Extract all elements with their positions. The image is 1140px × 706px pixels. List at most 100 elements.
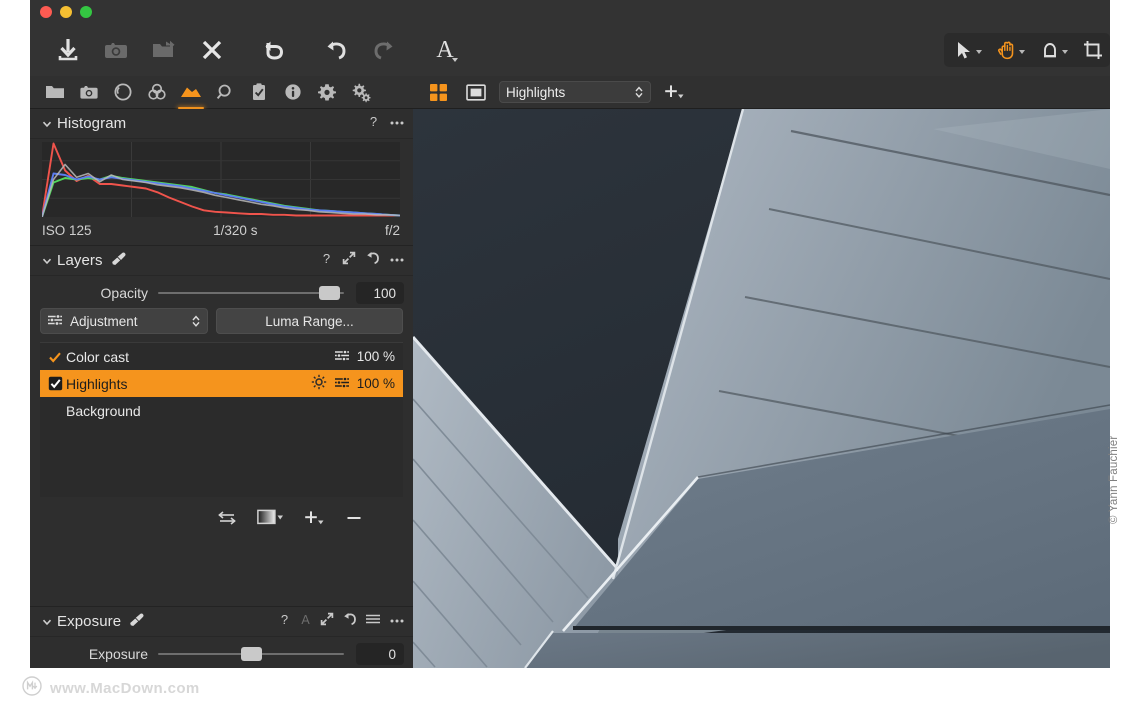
opacity-slider[interactable] bbox=[158, 284, 344, 302]
crop-tool-button[interactable] bbox=[1075, 33, 1108, 67]
crop-icon bbox=[1084, 41, 1102, 59]
exposure-panel-header[interactable]: Exposure ? A bbox=[30, 607, 413, 637]
minimize-button[interactable] bbox=[60, 6, 72, 18]
capture-tethered-button[interactable] bbox=[92, 24, 140, 76]
redo-button[interactable] bbox=[360, 24, 408, 76]
exposure-slider-knob[interactable] bbox=[240, 647, 262, 661]
opacity-value-field[interactable]: 100 bbox=[356, 282, 404, 304]
pan-tool-caret[interactable] bbox=[1019, 50, 1025, 54]
reset-arrow-icon[interactable] bbox=[365, 251, 380, 271]
layers-panel-header[interactable]: Layers ? bbox=[30, 246, 413, 276]
expand-arrows-icon[interactable] bbox=[320, 612, 334, 631]
exposure-value-field[interactable]: 0 bbox=[356, 643, 404, 665]
ellipsis-icon[interactable] bbox=[389, 612, 405, 631]
iso-value: ISO 125 bbox=[42, 222, 92, 238]
reset-adjustments-button[interactable] bbox=[250, 24, 298, 76]
chevron-updown-icon[interactable] bbox=[634, 85, 644, 99]
exposure-slider-label: Exposure bbox=[88, 646, 148, 662]
plus-icon[interactable] bbox=[303, 509, 325, 532]
expand-arrows-icon[interactable] bbox=[342, 251, 356, 270]
photo-canvas[interactable] bbox=[413, 109, 1110, 668]
camera-icon bbox=[80, 86, 98, 99]
info-icon bbox=[285, 84, 301, 100]
exposure-panel-title: Exposure bbox=[57, 613, 122, 630]
magnifier-icon bbox=[216, 84, 231, 100]
single-view-button[interactable] bbox=[461, 79, 491, 105]
sidebar-item-metadata[interactable] bbox=[276, 76, 310, 109]
chevron-down-icon[interactable] bbox=[40, 118, 53, 130]
zoom-button[interactable] bbox=[80, 6, 92, 18]
pointer-tool-caret[interactable] bbox=[976, 50, 982, 54]
sidebar: Histogram ? ISO 125 1/320 s f/2 Layers ?… bbox=[30, 76, 413, 668]
mask-tool-caret[interactable] bbox=[1062, 50, 1068, 54]
single-view-icon bbox=[466, 83, 486, 101]
sidebar-item-library[interactable] bbox=[38, 76, 72, 109]
delete-button[interactable] bbox=[188, 24, 236, 76]
layer-name: Background bbox=[66, 402, 141, 419]
sidebar-item-adjustments[interactable] bbox=[242, 76, 276, 109]
hand-icon bbox=[998, 41, 1014, 60]
pan-tool-button[interactable] bbox=[989, 33, 1032, 67]
chevron-down-icon[interactable] bbox=[40, 255, 53, 267]
redo-arrow-icon bbox=[374, 41, 393, 60]
question-mark-icon[interactable]: ? bbox=[367, 114, 380, 134]
sidebar-item-output[interactable] bbox=[310, 76, 344, 109]
import-images-button[interactable] bbox=[44, 24, 92, 76]
hamburger-icon[interactable] bbox=[365, 612, 381, 631]
sliders-icon bbox=[47, 313, 63, 330]
luma-range-button[interactable]: Luma Range... bbox=[216, 308, 403, 334]
undo-arrow-icon bbox=[327, 41, 346, 60]
layer-checkbox[interactable] bbox=[46, 376, 64, 391]
sidebar-item-details[interactable] bbox=[208, 76, 242, 109]
undo-button[interactable] bbox=[312, 24, 360, 76]
eyedropper-icon[interactable] bbox=[129, 612, 144, 632]
auto-a-icon[interactable]: A bbox=[299, 612, 312, 632]
gears-icon bbox=[352, 83, 371, 103]
sidebar-tabbar bbox=[30, 76, 413, 109]
transfer-arrows-icon[interactable] bbox=[217, 510, 237, 531]
gradient-square-icon[interactable] bbox=[257, 509, 283, 531]
sidebar-item-lens[interactable] bbox=[106, 76, 140, 109]
question-mark-icon[interactable]: ? bbox=[278, 612, 291, 632]
mask-tool-button[interactable] bbox=[1032, 33, 1075, 67]
eyedropper-icon[interactable] bbox=[111, 251, 126, 271]
exposure-sliders: Exposure 0 Contrast 12 bbox=[30, 639, 413, 668]
export-images-button[interactable] bbox=[140, 24, 188, 76]
question-mark-icon[interactable]: ? bbox=[320, 251, 333, 271]
color-circles-icon bbox=[148, 83, 166, 100]
close-x-icon bbox=[202, 40, 222, 60]
shutter-value: 1/320 s bbox=[213, 222, 258, 238]
chevron-updown-icon[interactable] bbox=[191, 314, 201, 328]
exposure-slider[interactable] bbox=[158, 645, 344, 663]
mask-icon bbox=[1044, 43, 1056, 58]
pointer-tool-button[interactable] bbox=[946, 33, 989, 67]
histogram-panel-header[interactable]: Histogram ? bbox=[30, 109, 413, 139]
application-window: A Histogram ? ISO 125 1/320 s f/2 Layers… bbox=[30, 0, 1110, 668]
sidebar-item-batch[interactable] bbox=[344, 76, 378, 109]
minus-icon[interactable] bbox=[345, 510, 363, 531]
sidebar-item-color[interactable] bbox=[140, 76, 174, 109]
chevron-down-icon[interactable] bbox=[40, 616, 53, 628]
opacity-slider-knob[interactable] bbox=[319, 286, 340, 300]
reset-arrow-icon[interactable] bbox=[342, 612, 357, 632]
layer-opacity-percent: 100 % bbox=[356, 349, 395, 364]
svg-text:A: A bbox=[436, 37, 454, 63]
close-button[interactable] bbox=[40, 6, 52, 18]
sidebar-item-exposure[interactable] bbox=[174, 76, 208, 109]
add-layer-button[interactable] bbox=[659, 79, 689, 105]
histogram-exif: ISO 125 1/320 s f/2 bbox=[42, 219, 400, 241]
layer-select-dropdown[interactable]: Highlights bbox=[499, 81, 651, 103]
cursor-arrow-icon bbox=[958, 42, 970, 59]
macdown-logo-icon bbox=[22, 676, 42, 701]
annotations-button[interactable]: A bbox=[422, 24, 470, 76]
table-row[interactable]: Highlights 100 % bbox=[40, 370, 403, 397]
grid-view-button[interactable] bbox=[423, 79, 453, 105]
layer-type-dropdown[interactable]: Adjustment bbox=[40, 308, 208, 334]
layer-checkbox[interactable] bbox=[46, 350, 64, 364]
sidebar-item-capture[interactable] bbox=[72, 76, 106, 109]
exposure-header-icons: ? A bbox=[278, 612, 405, 632]
table-row[interactable]: Background bbox=[40, 397, 403, 424]
table-row[interactable]: Color cast 100 % bbox=[40, 343, 403, 370]
ellipsis-icon[interactable] bbox=[389, 114, 405, 133]
ellipsis-icon[interactable] bbox=[389, 251, 405, 270]
